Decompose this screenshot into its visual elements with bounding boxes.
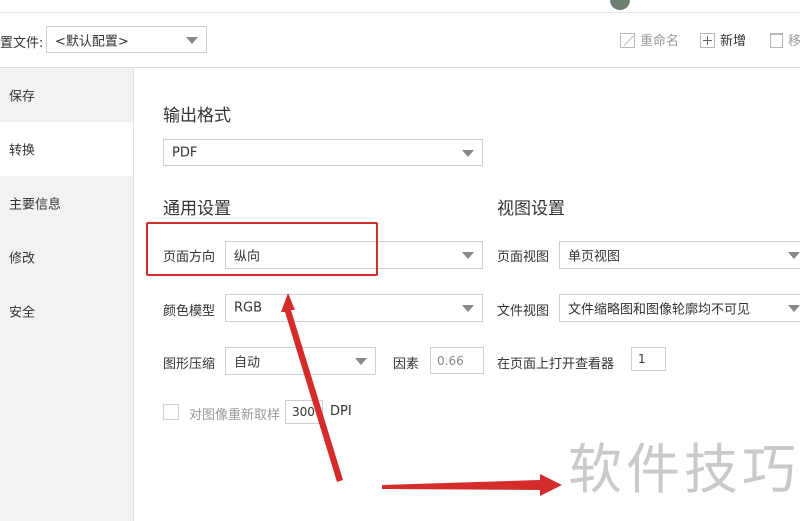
arrow-up [281, 293, 343, 482]
watermark-text: 软件技巧 [568, 438, 800, 501]
arrow-right [382, 474, 562, 496]
